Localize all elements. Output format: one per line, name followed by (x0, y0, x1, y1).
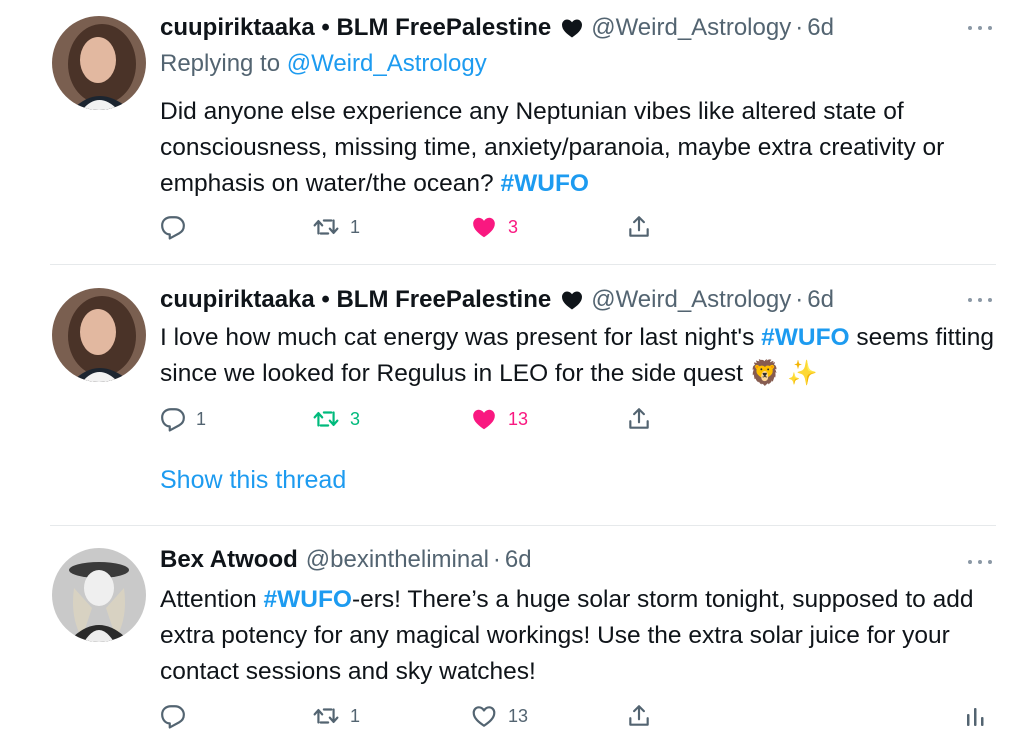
tweet-3[interactable]: Bex Atwood @bexintheliminal · 6d Attenti… (0, 526, 1024, 752)
avatar-image (52, 16, 146, 110)
avatar[interactable] (52, 548, 146, 642)
avatar-image (52, 288, 146, 382)
separator-dot: · (492, 546, 501, 573)
like-icon (470, 406, 498, 432)
tweet-text: Did anyone else experience any Neptunian… (160, 94, 1000, 202)
reply-button[interactable] (160, 701, 196, 731)
reply-button[interactable]: 1 (160, 404, 206, 434)
show-thread-link[interactable]: Show this thread (160, 466, 346, 495)
retweet-button[interactable]: 1 (312, 212, 360, 242)
timestamp[interactable]: 6d (807, 14, 834, 42)
tweet-header: cuupiriktaaka • BLM FreePalestine @Weird… (160, 284, 984, 316)
tweet-actions: 1 3 13 (160, 404, 680, 434)
replying-label: Replying to (160, 50, 281, 77)
display-name[interactable]: cuupiriktaaka • BLM FreePalestine (160, 286, 551, 314)
timestamp[interactable]: 6d (807, 286, 834, 314)
handle[interactable]: @Weird_Astrology (591, 286, 791, 314)
handle[interactable]: @bexintheliminal (306, 546, 489, 574)
handle[interactable]: @Weird_Astrology (591, 14, 791, 42)
more-icon[interactable] (968, 558, 992, 566)
display-name[interactable]: cuupiriktaaka • BLM FreePalestine (160, 14, 551, 42)
tweet-text: I love how much cat energy was present f… (160, 320, 1000, 392)
reply-button[interactable] (160, 212, 196, 242)
retweet-button[interactable]: 3 (312, 404, 360, 434)
retweet-icon (312, 406, 340, 432)
tweet-text-part: I love how much cat energy was present f… (160, 324, 762, 351)
share-button[interactable] (626, 404, 652, 434)
retweet-icon (312, 703, 340, 729)
retweet-count: 1 (350, 216, 361, 237)
replying-handle-link[interactable]: @Weird_Astrology (287, 50, 487, 77)
black-heart-icon (562, 19, 583, 38)
tweet-text: Attention #WUFO-ers! There’s a huge sola… (160, 582, 1000, 690)
reply-icon (160, 703, 186, 729)
tweet-actions: 1 13 (160, 701, 680, 731)
separator-dot: · (795, 286, 804, 313)
reply-count: 1 (196, 408, 207, 429)
hashtag-link[interactable]: #WUFO (761, 324, 849, 351)
hashtag-link[interactable]: #WUFO (501, 170, 589, 197)
emoji-lion-sparkles: 🦁 ✨ (749, 360, 818, 387)
replying-to: Replying to @Weird_Astrology (160, 50, 487, 78)
tweet-actions: 1 3 (160, 212, 680, 242)
share-icon (626, 406, 652, 432)
like-icon (470, 214, 498, 240)
reply-icon (160, 214, 186, 240)
timestamp[interactable]: 6d (505, 546, 532, 574)
tweet-1[interactable]: cuupiriktaaka • BLM FreePalestine @Weird… (0, 0, 1024, 264)
tweet-header: cuupiriktaaka • BLM FreePalestine @Weird… (160, 12, 984, 44)
retweet-count: 1 (350, 705, 361, 726)
avatar[interactable] (52, 288, 146, 382)
like-button[interactable]: 13 (470, 404, 528, 434)
share-icon (626, 703, 652, 729)
like-button[interactable]: 3 (470, 212, 518, 242)
like-count: 13 (508, 408, 529, 429)
more-icon[interactable] (968, 296, 992, 304)
avatar[interactable] (52, 16, 146, 110)
analytics-icon[interactable] (964, 704, 986, 728)
avatar-image (52, 548, 146, 642)
share-button[interactable] (626, 212, 652, 242)
retweet-button[interactable]: 1 (312, 701, 360, 731)
like-count: 3 (508, 216, 519, 237)
retweet-icon (312, 214, 340, 240)
display-name[interactable]: Bex Atwood (160, 546, 298, 574)
tweet-header: Bex Atwood @bexintheliminal · 6d (160, 544, 984, 576)
tweet-text-part: Attention (160, 586, 264, 613)
black-heart-icon (562, 291, 583, 310)
tweet-2[interactable]: cuupiriktaaka • BLM FreePalestine @Weird… (0, 265, 1024, 525)
hashtag-link[interactable]: #WUFO (264, 586, 352, 613)
like-button[interactable]: 13 (470, 701, 528, 731)
share-button[interactable] (626, 701, 652, 731)
more-icon[interactable] (968, 24, 992, 32)
separator-dot: · (795, 14, 804, 41)
reply-icon (160, 406, 186, 432)
like-count: 13 (508, 705, 529, 726)
share-icon (626, 214, 652, 240)
retweet-count: 3 (350, 408, 361, 429)
like-icon (470, 703, 498, 729)
